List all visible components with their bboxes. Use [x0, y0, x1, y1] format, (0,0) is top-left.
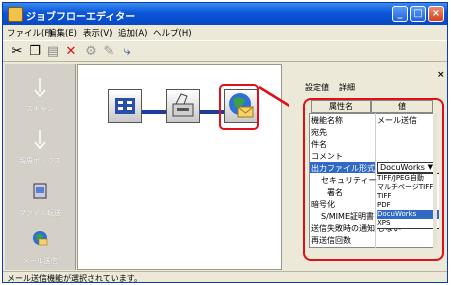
paste-icon[interactable]: ▤ — [45, 44, 61, 59]
property-highlight-box — [303, 98, 444, 261]
copy-icon[interactable]: ❐ — [27, 44, 43, 59]
mailbox-icon — [34, 130, 46, 150]
mailbox-node[interactable] — [166, 89, 200, 123]
panel-close-icon[interactable]: × — [437, 70, 445, 80]
properties-icon[interactable]: ⚙ — [83, 44, 99, 59]
close-button[interactable]: × — [428, 6, 444, 22]
edit-icon[interactable]: ✎ — [101, 44, 117, 59]
toolbar: ✂ ❐ ▤ ✕ ⚙ ✎ ⤷ — [3, 40, 447, 62]
scanner-icon — [115, 98, 135, 114]
menu-edit[interactable]: 編集(E) — [48, 27, 77, 39]
title-bar: ジョブフローエディター _ □ × — [3, 3, 447, 25]
sidebar-item-label: メール送信 — [22, 257, 58, 265]
tab-settings[interactable]: 設定値 — [305, 82, 329, 93]
scan-icon — [34, 78, 46, 98]
status-bar: メール送信機能が選択されています。 — [3, 271, 447, 283]
sidebar: スキャン 親展ボックス ファイル転送 メール送信 — [5, 64, 76, 270]
connect-icon[interactable]: ⤷ — [119, 44, 135, 59]
sidebar-item-file-transfer[interactable]: ファイル転送 — [5, 174, 75, 222]
scan-node[interactable] — [108, 89, 142, 123]
maximize-button[interactable]: □ — [410, 6, 426, 22]
sidebar-item-mail-send[interactable]: メール送信 — [5, 222, 75, 270]
delete-icon[interactable]: ✕ — [63, 44, 79, 59]
selection-highlight — [219, 84, 259, 130]
mail-send-icon — [33, 231, 48, 246]
sidebar-item-label: スキャン — [26, 105, 54, 113]
app-icon — [8, 7, 23, 22]
menu-file[interactable]: ファイル(F) — [7, 27, 53, 39]
window-title: ジョブフローエディター — [26, 12, 136, 23]
multifunction-printer-icon — [172, 93, 194, 117]
sidebar-item-label: ファイル転送 — [19, 209, 61, 217]
app-window: ジョブフローエディター _ □ × ファイル(F) 編集(E) 表示(V) 追加… — [2, 2, 448, 283]
menu-add[interactable]: 追加(A) — [118, 27, 147, 39]
sidebar-item-label: 親展ボックス — [19, 157, 61, 165]
properties-panel: × 設定値 詳細 属性名 値 機能名称 メール送信 宛先 件名 コメント 出力フ… — [289, 64, 447, 270]
menu-view[interactable]: 表示(V) — [83, 27, 112, 39]
menu-help[interactable]: ヘルプ(H) — [153, 27, 192, 39]
file-transfer-icon — [33, 183, 47, 199]
flow-canvas[interactable] — [77, 64, 282, 270]
sidebar-item-mailbox[interactable]: 親展ボックス — [5, 122, 75, 170]
status-text: メール送信機能が選択されています。 — [7, 274, 142, 283]
cut-icon[interactable]: ✂ — [9, 44, 25, 59]
minimize-button[interactable]: _ — [392, 6, 408, 22]
menu-bar: ファイル(F) 編集(E) 表示(V) 追加(A) ヘルプ(H) — [3, 25, 447, 40]
tab-details[interactable]: 詳細 — [339, 82, 355, 93]
sidebar-item-scan[interactable]: スキャン — [5, 70, 75, 118]
